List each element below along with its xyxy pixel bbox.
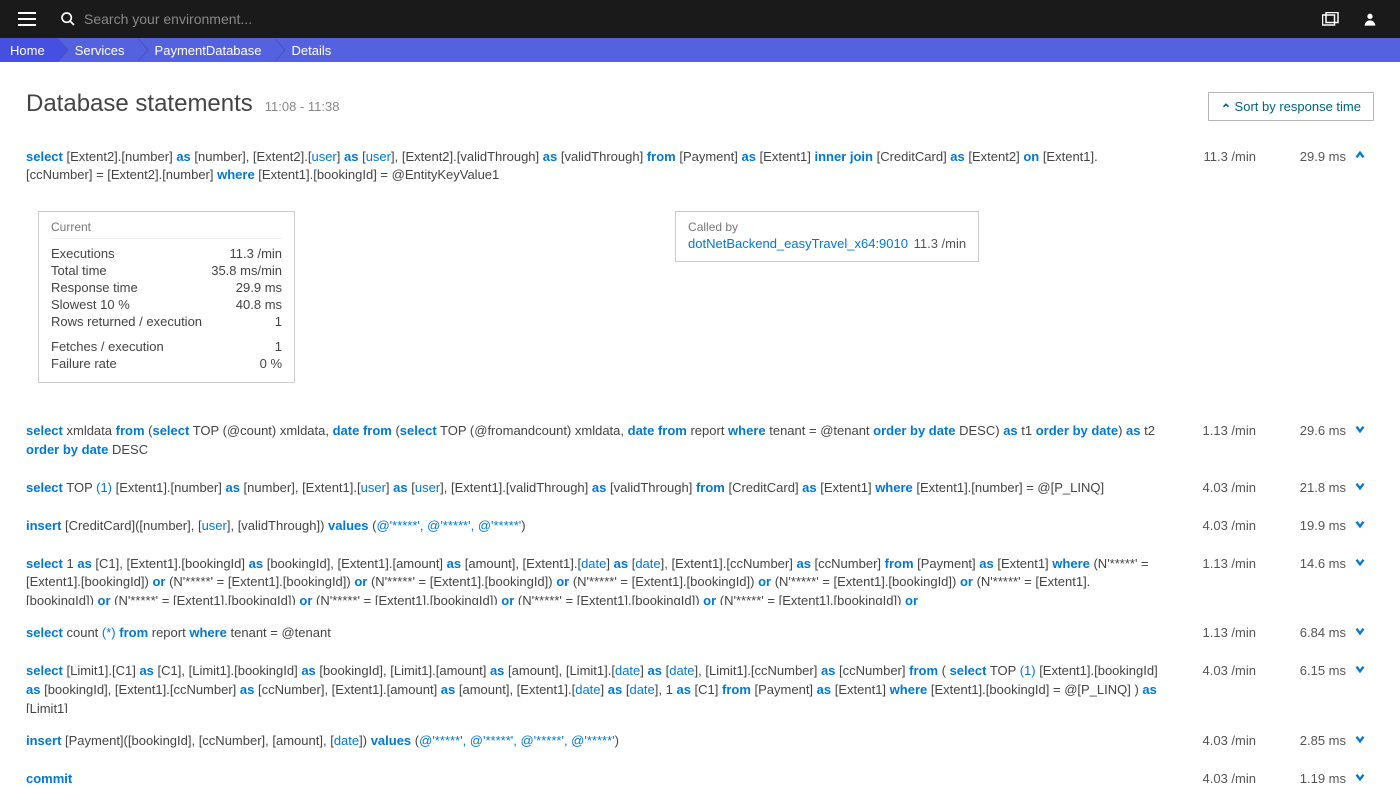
search-input[interactable] (84, 11, 1318, 27)
time-range: 11:08 - 11:38 (265, 99, 340, 114)
detail-metric: Fetches / execution1 (51, 338, 282, 355)
expand-toggle-icon[interactable] (1346, 624, 1374, 641)
expand-toggle-icon[interactable] (1346, 148, 1374, 165)
top-bar (0, 0, 1400, 38)
sql-statement[interactable]: insert [Payment]([bookingId], [ccNumber]… (26, 732, 1158, 751)
search-icon[interactable] (52, 11, 84, 27)
detail-metric: Executions11.3 /min (51, 245, 282, 262)
detail-metric: Rows returned / execution1 (51, 313, 282, 330)
statement-row: select count (*) from report where tenan… (26, 613, 1374, 651)
executions-per-min: 4.03 /min (1166, 518, 1256, 533)
detail-metric: Total time35.8 ms/min (51, 262, 282, 279)
breadcrumb: Home Services PaymentDatabase Details (0, 38, 1400, 62)
response-time: 21.8 ms (1256, 480, 1346, 495)
called-by-rate: 11.3 /min (910, 236, 966, 251)
page-title: Database statements (26, 90, 253, 118)
executions-per-min: 4.03 /min (1166, 480, 1256, 495)
expand-toggle-icon[interactable] (1346, 662, 1374, 679)
statement-row: insert [CreditCard]([number], [user], [v… (26, 506, 1374, 544)
expand-toggle-icon[interactable] (1346, 732, 1374, 749)
statement-row: select [Limit1].[C1] as [C1], [Limit1].[… (26, 651, 1374, 721)
current-stats-box: Current Executions11.3 /minTotal time35.8… (38, 211, 295, 383)
executions-per-min: 1.13 /min (1166, 556, 1256, 571)
statement-row: insert [Payment]([bookingId], [ccNumber]… (26, 721, 1374, 759)
detail-metric: Failure rate0 % (51, 355, 282, 372)
response-time: 29.9 ms (1256, 149, 1346, 164)
dashboards-icon[interactable] (1318, 8, 1344, 30)
box-title: Current (51, 220, 282, 239)
executions-per-min: 11.3 /min (1166, 149, 1256, 164)
statement-row: select 1 as [C1], [Extent1].[bookingId] … (26, 544, 1374, 614)
sql-statement[interactable]: select [Extent2].[number] as [number], [… (26, 148, 1158, 186)
expand-toggle-icon[interactable] (1346, 517, 1374, 534)
executions-per-min: 4.03 /min (1166, 663, 1256, 678)
response-time: 14.6 ms (1256, 556, 1346, 571)
response-time: 2.85 ms (1256, 733, 1346, 748)
executions-per-min: 4.03 /min (1166, 771, 1256, 786)
statement-row: select xmldata from (select TOP (@count)… (26, 411, 1374, 468)
called-by-link[interactable]: dotNetBackend_easyTravel_x64:9010 (688, 236, 908, 251)
response-time: 6.15 ms (1256, 663, 1346, 678)
response-time: 1.19 ms (1256, 771, 1346, 786)
sql-statement[interactable]: select 1 as [C1], [Extent1].[bookingId] … (26, 555, 1158, 606)
box-title: Called by (688, 220, 966, 236)
expand-toggle-icon[interactable] (1346, 770, 1374, 787)
executions-per-min: 4.03 /min (1166, 733, 1256, 748)
executions-per-min: 1.13 /min (1166, 423, 1256, 438)
statement-detail-panel: Current Executions11.3 /minTotal time35.8… (26, 193, 1374, 411)
called-by-box: Called bydotNetBackend_easyTravel_x64:90… (675, 211, 979, 262)
sql-statement[interactable]: commit (26, 770, 1158, 788)
menu-icon[interactable] (10, 6, 44, 32)
sort-button[interactable]: Sort by response time (1208, 92, 1374, 121)
executions-per-min: 1.13 /min (1166, 625, 1256, 640)
sql-statement[interactable]: select [Limit1].[C1] as [C1], [Limit1].[… (26, 662, 1158, 713)
response-time: 6.84 ms (1256, 625, 1346, 640)
statement-row: commit 4.03 /min1.19 ms (26, 759, 1374, 788)
response-time: 29.6 ms (1256, 423, 1346, 438)
user-icon[interactable] (1358, 7, 1382, 31)
breadcrumb-item[interactable]: PaymentDatabase (137, 38, 274, 62)
statement-row: select [Extent2].[number] as [number], [… (26, 137, 1374, 194)
expand-toggle-icon[interactable] (1346, 555, 1374, 572)
statement-row: select TOP (1) [Extent1].[number] as [nu… (26, 468, 1374, 506)
sql-statement[interactable]: select TOP (1) [Extent1].[number] as [nu… (26, 479, 1158, 498)
sql-statement[interactable]: insert [CreditCard]([number], [user], [v… (26, 517, 1158, 536)
breadcrumb-item[interactable]: Home (0, 38, 57, 62)
detail-metric: Slowest 10 %40.8 ms (51, 296, 282, 313)
sql-statement[interactable]: select count (*) from report where tenan… (26, 624, 1158, 643)
expand-toggle-icon[interactable] (1346, 422, 1374, 439)
detail-metric: Response time29.9 ms (51, 279, 282, 296)
sql-statement[interactable]: select xmldata from (select TOP (@count)… (26, 422, 1158, 460)
response-time: 19.9 ms (1256, 518, 1346, 533)
expand-toggle-icon[interactable] (1346, 479, 1374, 496)
